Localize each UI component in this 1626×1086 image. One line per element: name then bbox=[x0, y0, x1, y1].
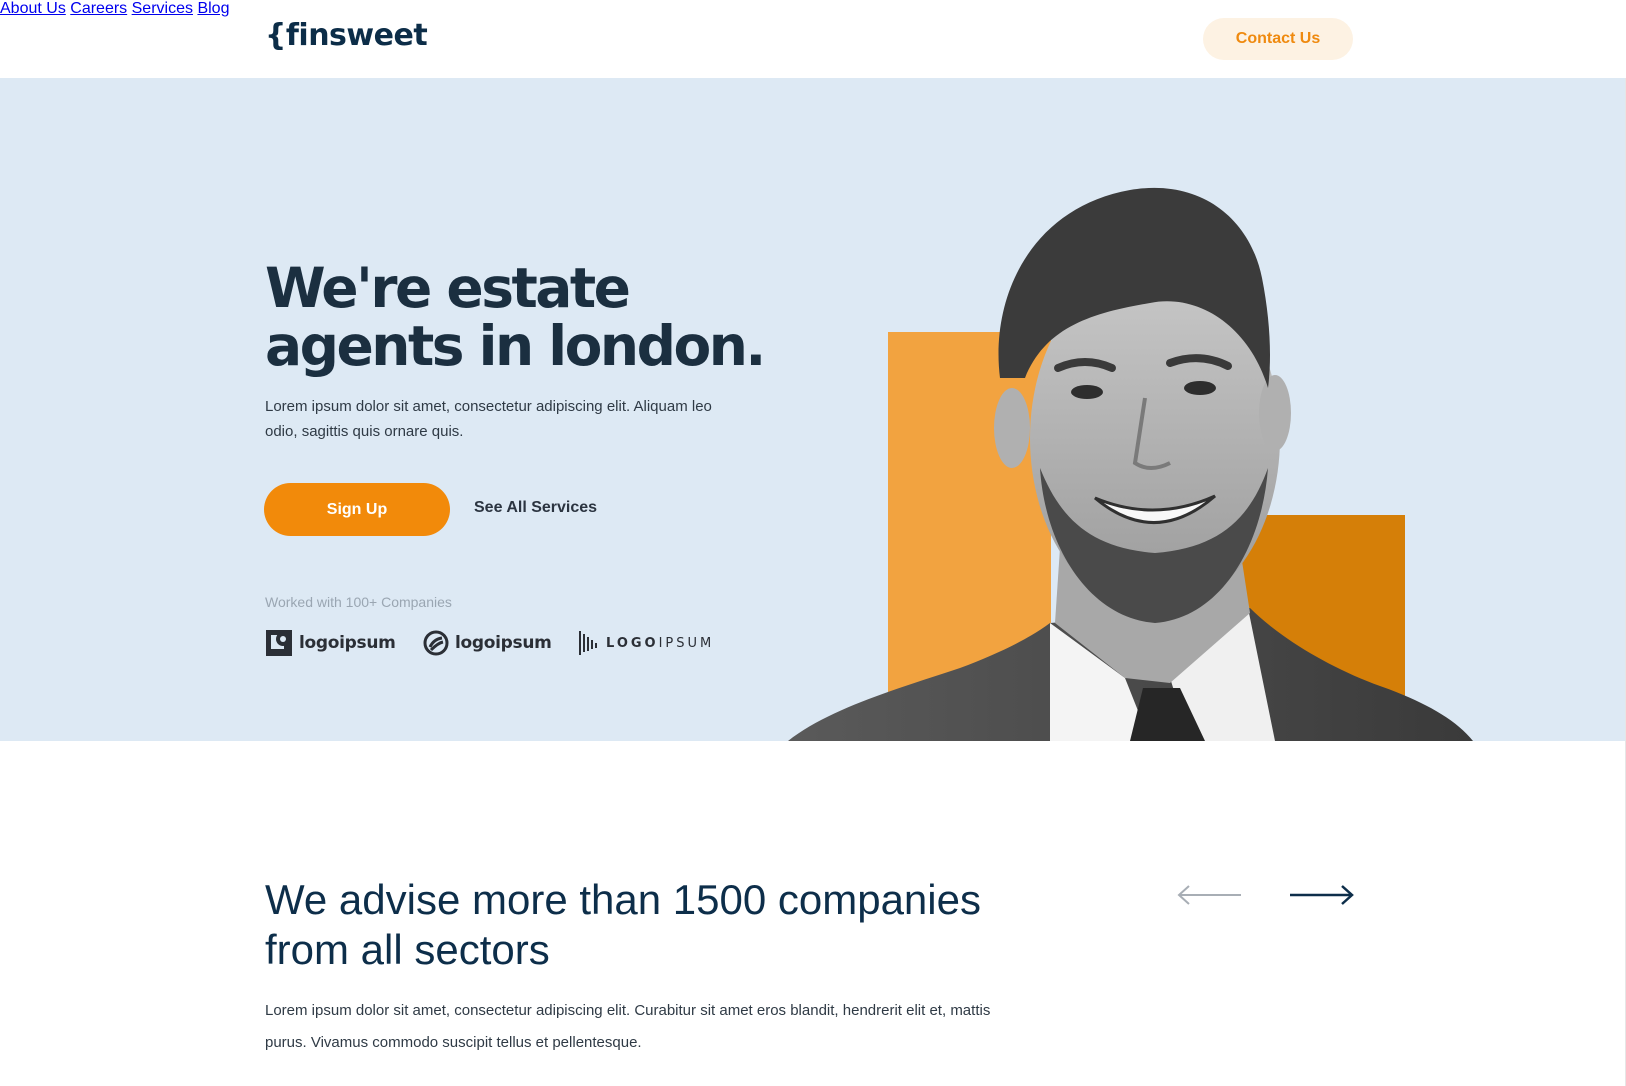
logoipsum-square-icon bbox=[266, 630, 292, 656]
client-logo-2-text: logoipsum bbox=[455, 633, 552, 653]
see-all-services-link[interactable]: See All Services bbox=[474, 499, 597, 517]
nav-services[interactable]: Services bbox=[132, 0, 193, 17]
hero-title: We're estate agents in london. bbox=[265, 256, 766, 378]
hero-title-line2: agents in london. bbox=[265, 314, 766, 378]
next-arrow-button[interactable] bbox=[1286, 880, 1356, 910]
client-logo-3-text: LOGOIPSUM bbox=[606, 636, 714, 651]
hero-title-line1: We're estate bbox=[265, 256, 631, 320]
arrow-right-icon bbox=[1290, 885, 1354, 905]
worked-with-label: Worked with 100+ Companies bbox=[265, 594, 452, 610]
finsweet-logo[interactable]: {finsweet bbox=[265, 18, 428, 53]
nav-careers[interactable]: Careers bbox=[70, 0, 127, 17]
client-logo-3: LOGOIPSUM bbox=[578, 628, 714, 658]
client-logo-3-bold: LOGO bbox=[606, 635, 659, 651]
hero-description: Lorem ipsum dolor sit amet, consectetur … bbox=[265, 398, 712, 440]
logoipsum-bars-icon bbox=[579, 631, 597, 655]
site-header: {finsweet About Us Careers Services Blog… bbox=[0, 0, 1626, 78]
section-description: Lorem ipsum dolor sit amet, consectetur … bbox=[265, 1002, 991, 1051]
client-logo-1: logoipsum bbox=[265, 628, 396, 658]
client-logo-1-text: logoipsum bbox=[299, 633, 396, 653]
main-nav: About Us Careers Services Blog bbox=[0, 0, 1626, 18]
sign-up-button[interactable]: Sign Up bbox=[264, 483, 450, 536]
contact-us-button[interactable]: Contact Us bbox=[1203, 18, 1353, 60]
arrow-left-icon bbox=[1177, 885, 1241, 905]
section-title: We advise more than 1500 companies from … bbox=[265, 876, 981, 973]
logoipsum-circle-icon bbox=[423, 630, 449, 656]
prev-arrow-button[interactable] bbox=[1175, 880, 1245, 910]
client-logo-2: logoipsum bbox=[423, 628, 552, 658]
hero-section: We're estate agents in london. Lorem ips… bbox=[0, 78, 1625, 741]
client-logo-3-light: IPSUM bbox=[658, 635, 715, 651]
nav-blog[interactable]: Blog bbox=[197, 0, 229, 17]
nav-about-us[interactable]: About Us bbox=[0, 0, 66, 17]
hero-portrait bbox=[788, 187, 1473, 741]
